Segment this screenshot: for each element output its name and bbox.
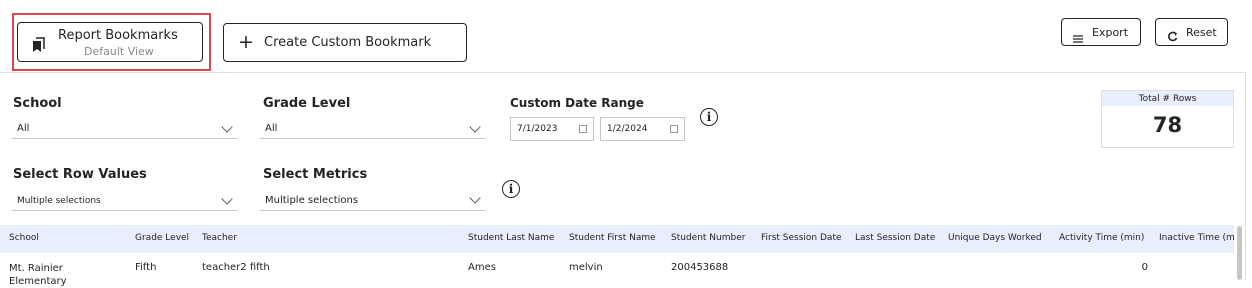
info-icon[interactable]: i [502, 180, 520, 198]
toolbar-divider [0, 72, 1246, 73]
info-icon[interactable]: i [700, 108, 718, 126]
school-label: School [13, 96, 62, 111]
grade-level-value: All [265, 123, 278, 134]
list-icon [1073, 28, 1083, 47]
cell-student-number: 200453688 [671, 262, 729, 273]
date-range-label: Custom Date Range [510, 96, 644, 110]
cell-teacher: teacher2 fifth [202, 262, 270, 273]
col-last-session-date[interactable]: Last Session Date [855, 233, 935, 243]
create-custom-bookmark-button[interactable]: + Create Custom Bookmark [223, 23, 467, 62]
col-grade-level[interactable]: Grade Level [135, 233, 189, 243]
row-values-label: Select Row Values [13, 167, 147, 182]
metrics-dropdown[interactable]: Multiple selections [260, 190, 485, 211]
start-date-value: 7/1/2023 [517, 124, 558, 134]
card-title: Total # Rows [1138, 94, 1197, 104]
col-student-first-name[interactable]: Student First Name [569, 233, 656, 243]
col-teacher[interactable]: Teacher [202, 233, 237, 243]
grade-level-label: Grade Level [263, 96, 351, 111]
col-student-last-name[interactable]: Student Last Name [468, 233, 554, 243]
cell-last-name: Ames [468, 262, 496, 273]
refresh-icon [1167, 27, 1178, 46]
calendar-icon [579, 125, 587, 133]
cell-activity-time: 0 [1141, 262, 1148, 273]
metrics-label: Select Metrics [263, 167, 368, 182]
col-student-number[interactable]: Student Number [671, 233, 745, 243]
row-values-dropdown[interactable]: Multiple selections [12, 191, 237, 211]
right-scroll-edge [1245, 72, 1246, 280]
metrics-value: Multiple selections [265, 194, 359, 206]
report-bookmarks-button[interactable]: Report Bookmarks Default View [17, 22, 203, 62]
chevron-down-icon [221, 121, 233, 133]
table-row [0, 253, 1234, 280]
chevron-down-icon [469, 192, 481, 204]
school-dropdown[interactable]: All [12, 119, 237, 139]
vertical-scrollbar[interactable] [1237, 226, 1242, 280]
bookmark-icon [32, 37, 46, 57]
cell-first-name: melvin [569, 262, 603, 273]
calendar-icon [670, 125, 678, 133]
start-date-input[interactable]: 7/1/2023 [510, 117, 594, 141]
cell-grade-level: Fifth [135, 262, 157, 273]
reset-button[interactable]: Reset [1155, 18, 1228, 46]
export-label: Export [1092, 26, 1129, 39]
end-date-value: 1/2/2024 [607, 124, 648, 134]
export-button[interactable]: Export [1061, 18, 1141, 46]
card-value: 78 [1152, 113, 1183, 137]
bookmarks-title: Report Bookmarks [58, 28, 178, 43]
chevron-down-icon [221, 193, 233, 205]
total-rows-card: Total # Rows 78 [1101, 90, 1234, 148]
col-school[interactable]: School [9, 233, 39, 243]
row-values-value: Multiple selections [17, 195, 101, 206]
school-value: All [17, 123, 30, 134]
plus-icon: + [238, 31, 254, 53]
reset-label: Reset [1186, 26, 1217, 39]
chevron-down-icon [469, 121, 481, 133]
create-label: Create Custom Bookmark [264, 35, 432, 50]
end-date-input[interactable]: 1/2/2024 [600, 117, 685, 141]
bookmarks-subtitle: Default View [84, 45, 154, 58]
col-inactive-time[interactable]: Inactive Time (m [1159, 233, 1234, 243]
grade-level-dropdown[interactable]: All [260, 119, 485, 139]
cell-school: Mt. Rainier Elementary [9, 263, 67, 287]
col-activity-time[interactable]: Activity Time (min) [1059, 233, 1144, 243]
col-unique-days-worked[interactable]: Unique Days Worked [948, 233, 1042, 243]
col-first-session-date[interactable]: First Session Date [761, 233, 842, 243]
